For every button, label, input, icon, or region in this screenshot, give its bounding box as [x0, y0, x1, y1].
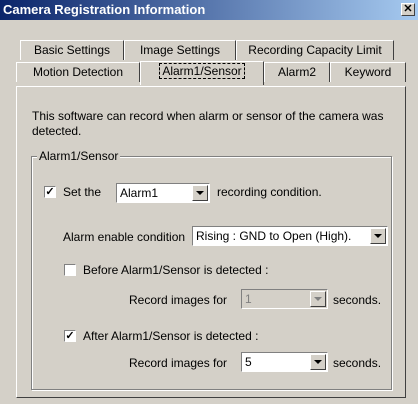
tab-image-settings[interactable]: Image Settings	[124, 40, 236, 60]
set-the-label: Set the	[63, 185, 102, 199]
tab-recording-capacity-limit[interactable]: Recording Capacity Limit	[236, 40, 394, 60]
tab-label: Basic Settings	[33, 43, 111, 57]
chevron-down-icon[interactable]	[310, 354, 326, 370]
after-label: After Alarm1/Sensor is detected :	[83, 329, 259, 343]
chevron-down-icon[interactable]	[310, 291, 326, 307]
after-checkbox[interactable]: ✓	[64, 330, 76, 342]
chevron-down-icon[interactable]	[192, 185, 208, 201]
before-checkbox[interactable]	[64, 264, 76, 276]
alarm-select-value: Alarm1	[120, 186, 159, 200]
alarm-enable-select[interactable]: Rising : GND to Open (High).	[192, 226, 388, 246]
before-seconds-select[interactable]: 1	[241, 289, 328, 309]
tab-keyword[interactable]: Keyword	[330, 62, 406, 82]
tab-label: Keyword	[344, 65, 392, 79]
recording-condition-label: recording condition.	[217, 185, 322, 199]
tab-label: Recording Capacity Limit	[248, 43, 382, 57]
after-seconds-select[interactable]: 5	[241, 352, 328, 372]
check-icon: ✓	[65, 330, 75, 342]
alarm-enable-value: Rising : GND to Open (High).	[196, 229, 352, 243]
close-icon: ✕	[403, 3, 413, 15]
before-label: Before Alarm1/Sensor is detected :	[83, 263, 269, 277]
tab-label: Motion Detection	[32, 65, 124, 79]
tab-alarm1-sensor[interactable]: Alarm1/Sensor	[140, 61, 264, 85]
check-icon: ✓	[45, 186, 55, 198]
tab-label: Alarm2	[277, 65, 316, 79]
before-record-label: Record images for	[129, 293, 228, 307]
tab-label: Alarm1/Sensor	[159, 63, 245, 79]
window-title: Camera Registration Information	[3, 2, 206, 17]
after-record-label: Record images for	[129, 356, 228, 370]
chevron-down-icon[interactable]	[370, 228, 386, 244]
tab-alarm2[interactable]: Alarm2	[264, 62, 330, 82]
alarm-select[interactable]: Alarm1	[116, 183, 210, 203]
close-button[interactable]: ✕	[401, 3, 415, 16]
after-seconds-value: 5	[245, 355, 252, 369]
tab-basic-settings[interactable]: Basic Settings	[20, 40, 124, 60]
tab-motion-detection[interactable]: Motion Detection	[16, 62, 140, 82]
set-the-checkbox[interactable]: ✓	[44, 186, 56, 198]
group-label: Alarm1/Sensor	[37, 149, 121, 163]
alarm-enable-label: Alarm enable condition	[63, 230, 186, 244]
before-seconds-unit: seconds.	[333, 293, 382, 307]
tab-label: Image Settings	[139, 43, 221, 57]
after-seconds-unit: seconds.	[333, 356, 382, 370]
before-seconds-value: 1	[245, 292, 252, 306]
title-bar: Camera Registration Information ✕	[0, 0, 418, 20]
description-text: This software can record when alarm or s…	[32, 109, 384, 138]
